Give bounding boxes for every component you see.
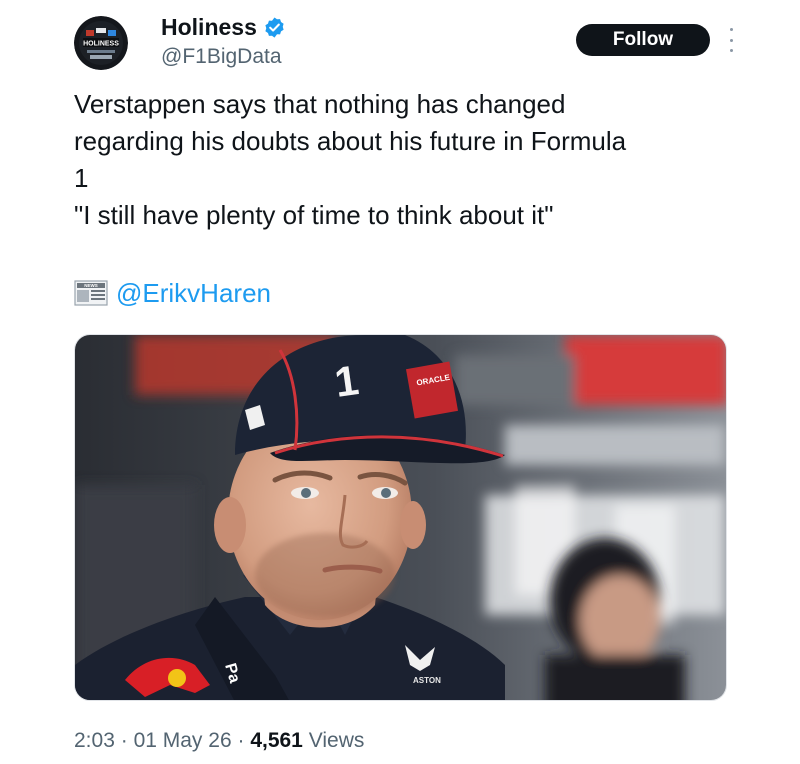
tweet-time[interactable]: 2:03 [74,729,115,752]
avatar[interactable]: HOLINESS [74,16,128,70]
meta-separator: · [120,729,128,752]
tweet-media-photo[interactable]: Pa ASTON 1 ORACLE [74,334,727,701]
more-dot [729,28,733,31]
news-icon-text: NEWS [84,283,98,288]
avatar-image: HOLINESS [74,16,128,70]
shirt-logo-text: ASTON [413,676,441,685]
verified-badge-icon [263,16,286,39]
tweet-line: Verstappen says that nothing has changed [74,89,566,119]
views-count: 4,561 [250,729,303,752]
display-name-text: Holiness [161,14,257,40]
tweet-line: "I still have plenty of time to think ab… [74,200,554,230]
tweet-date[interactable]: 01 May 26 [134,729,232,752]
avatar-text: HOLINESS [83,41,119,48]
author-handle[interactable]: @F1BigData [161,44,282,70]
more-dot [729,38,733,42]
meta-separator: · [237,729,245,752]
photo-image: Pa ASTON 1 ORACLE [75,335,726,700]
tweet-meta: 2:03 · 01 May 26 · 4,561 Views [74,727,364,755]
views-label: Views [308,729,365,752]
author-display-name[interactable]: Holiness [161,13,286,41]
more-options-icon[interactable] [726,28,736,52]
source-line: NEWS @ErikvHaren [74,276,271,310]
newspaper-icon: NEWS [74,279,108,307]
tweet-text: Verstappen says that nothing has changed… [74,86,724,234]
mention-link[interactable]: @ErikvHaren [116,276,271,310]
follow-button[interactable]: Follow [576,24,710,56]
tweet-line: 1 [74,163,89,193]
more-dot [729,49,733,52]
tweet-line: regarding his doubts about his future in… [74,126,627,156]
